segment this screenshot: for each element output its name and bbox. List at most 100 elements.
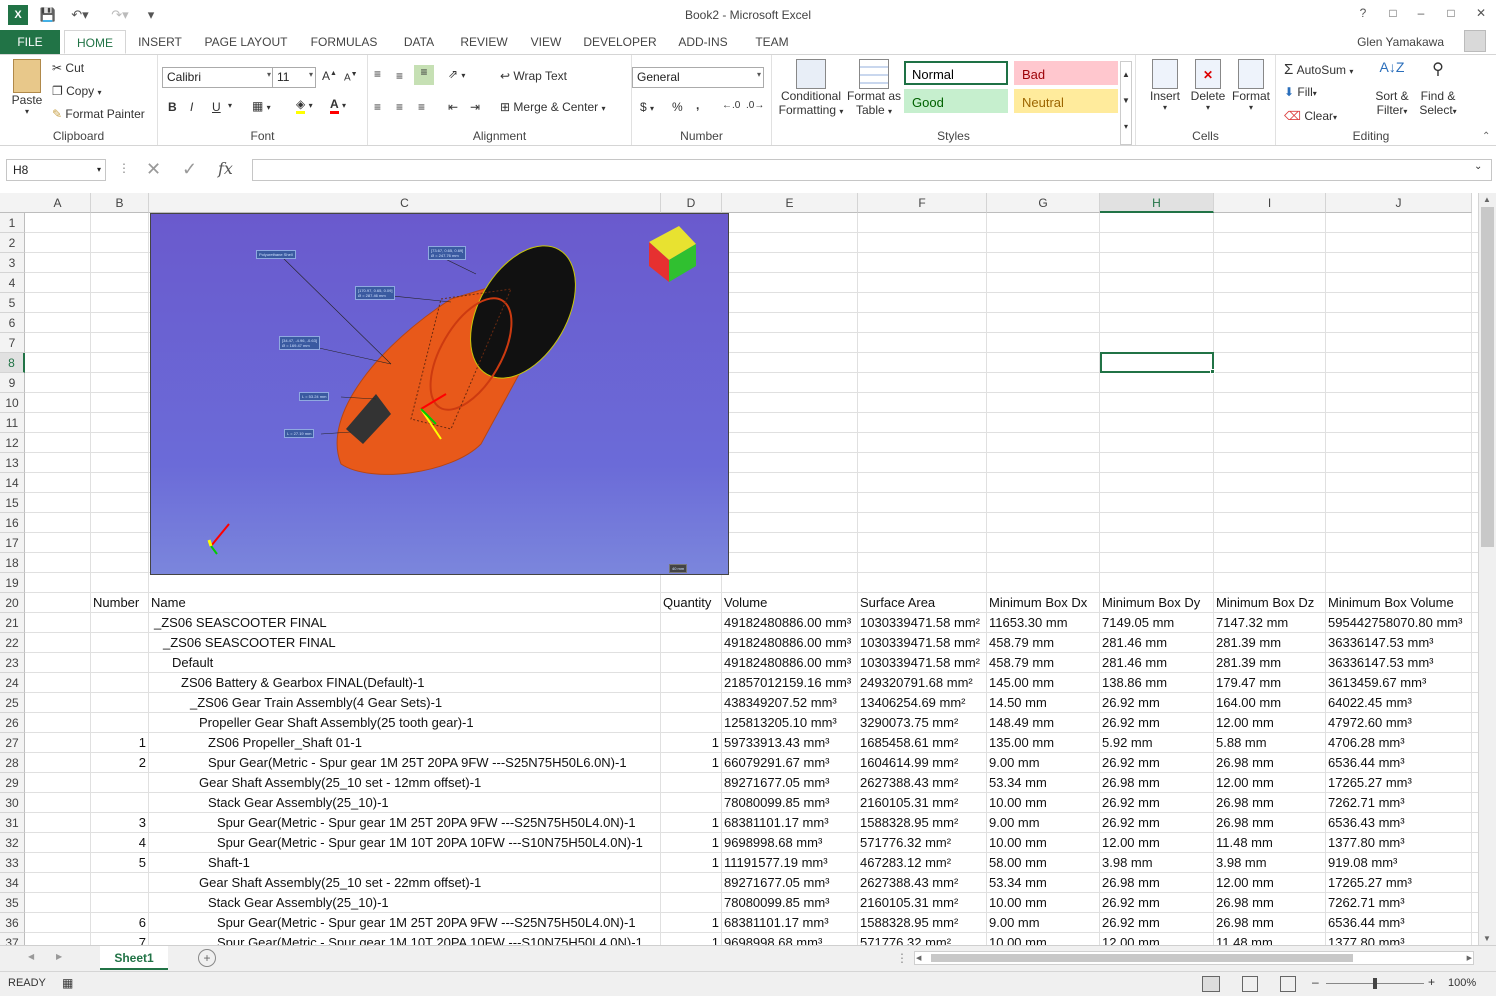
part-name-cell[interactable]: Stack Gear Assembly(25_10)-1 — [208, 793, 711, 813]
clear-button[interactable]: ⌫ Clear▾ — [1284, 109, 1337, 123]
grow-font-icon[interactable]: A▲ — [322, 69, 337, 83]
table-cell[interactable]: 1377.80 mm³ — [1328, 833, 1469, 853]
table-cell[interactable]: 6 — [93, 913, 146, 933]
tab-page-layout[interactable]: PAGE LAYOUT — [196, 30, 296, 54]
row-header[interactable]: 29 — [0, 773, 25, 793]
table-cell[interactable] — [93, 793, 146, 813]
table-cell[interactable]: 5.92 mm — [1102, 733, 1211, 753]
part-name-cell[interactable]: _ZS06 SEASCOOTER FINAL — [163, 633, 711, 653]
align-top-icon[interactable]: ≡ — [374, 67, 381, 81]
scroll-up-icon[interactable]: ▲ — [1483, 195, 1491, 204]
table-cell[interactable]: 9.00 mm — [989, 753, 1097, 773]
table-cell[interactable]: 26.98 mm — [1102, 873, 1211, 893]
table-cell[interactable] — [93, 633, 146, 653]
tab-team[interactable]: TEAM — [744, 30, 800, 54]
close-icon[interactable]: ✕ — [1470, 6, 1492, 24]
wrap-text-button[interactable]: ↩ Wrap Text — [500, 69, 567, 83]
row-header[interactable]: 23 — [0, 653, 25, 673]
table-cell[interactable]: 49182480886.00 mm³ — [724, 633, 855, 653]
table-cell[interactable]: 9698998.68 mm³ — [724, 933, 855, 945]
formula-options-icon[interactable]: ⋮ — [118, 161, 130, 175]
font-color-icon[interactable]: A ▾ — [330, 97, 346, 114]
row-header[interactable]: 17 — [0, 533, 25, 553]
tab-developer[interactable]: DEVELOPER — [578, 30, 662, 54]
table-cell[interactable]: 4706.28 mm³ — [1328, 733, 1469, 753]
table-cell[interactable]: 919.08 mm³ — [1328, 853, 1469, 873]
table-cell[interactable]: 7147.32 mm — [1216, 613, 1323, 633]
hscroll-thumb[interactable] — [931, 954, 1353, 962]
table-cell[interactable]: 68381101.17 mm³ — [724, 913, 855, 933]
underline-dropdown-icon[interactable]: ▾ — [228, 101, 232, 110]
ribbon-display-options-icon[interactable]: □ — [1382, 6, 1404, 24]
select-all-button[interactable] — [0, 193, 26, 213]
table-cell[interactable]: 59733913.43 mm³ — [724, 733, 855, 753]
part-name-cell[interactable]: Spur Gear(Metric - Spur gear 1M 10T 20PA… — [217, 833, 711, 853]
table-cell[interactable]: 26.98 mm — [1216, 913, 1323, 933]
prev-sheet-icon[interactable]: ◀ — [28, 952, 34, 961]
table-cell[interactable] — [663, 613, 719, 633]
table-cell[interactable]: 9.00 mm — [989, 813, 1097, 833]
table-cell[interactable]: 64022.45 mm³ — [1328, 693, 1469, 713]
table-cell[interactable] — [93, 713, 146, 733]
table-cell[interactable]: 12.00 mm — [1216, 773, 1323, 793]
font-name-select[interactable]: Calibri ▾ — [162, 67, 274, 88]
table-cell[interactable]: 26.92 mm — [1102, 793, 1211, 813]
table-cell[interactable]: 49182480886.00 mm³ — [724, 613, 855, 633]
table-cell[interactable]: 58.00 mm — [989, 853, 1097, 873]
zoom-in-icon[interactable]: + — [1428, 975, 1435, 989]
column-header-h[interactable]: H — [1100, 193, 1214, 213]
name-box[interactable]: H8 ▾ — [6, 159, 106, 181]
part-name-cell[interactable]: Stack Gear Assembly(25_10)-1 — [208, 893, 711, 913]
active-cell-selection[interactable] — [1100, 352, 1214, 373]
table-cell[interactable]: 7 — [93, 933, 146, 945]
part-name-cell[interactable]: Propeller Gear Shaft Assembly(25 tooth g… — [199, 713, 711, 733]
cancel-icon[interactable]: ✕ — [146, 159, 161, 180]
table-cell[interactable]: 26.92 mm — [1102, 813, 1211, 833]
part-name-cell[interactable]: _ZS06 Gear Train Assembly(4 Gear Sets)-1 — [190, 693, 711, 713]
table-cell[interactable]: 10.00 mm — [989, 793, 1097, 813]
row-header[interactable]: 1 — [0, 213, 25, 233]
row-header[interactable]: 19 — [0, 573, 25, 593]
part-name-cell[interactable]: ZS06 Battery & Gearbox FINAL(Default)-1 — [181, 673, 711, 693]
table-cell[interactable]: 36336147.53 mm³ — [1328, 633, 1469, 653]
column-header-f[interactable]: F — [858, 193, 987, 213]
align-right-icon[interactable]: ≡ — [418, 100, 425, 114]
table-cell[interactable]: 148.49 mm — [989, 713, 1097, 733]
avatar[interactable] — [1464, 30, 1486, 52]
part-name-cell[interactable]: _ZS06 SEASCOOTER FINAL — [154, 613, 711, 633]
row-header[interactable]: 32 — [0, 833, 25, 853]
row-header[interactable]: 13 — [0, 453, 25, 473]
table-cell[interactable]: 7262.71 mm³ — [1328, 893, 1469, 913]
table-cell[interactable]: 1 — [663, 853, 719, 873]
table-cell[interactable] — [93, 873, 146, 893]
table-cell[interactable]: 595442758070.80 mm³ — [1328, 613, 1469, 633]
part-name-cell[interactable]: Spur Gear(Metric - Spur gear 1M 25T 20PA… — [208, 753, 711, 773]
maximize-icon[interactable]: □ — [1440, 6, 1462, 24]
table-cell[interactable]: 1030339471.58 mm² — [860, 633, 984, 653]
table-cell[interactable]: 3613459.67 mm³ — [1328, 673, 1469, 693]
table-cell[interactable]: 1588328.95 mm² — [860, 913, 984, 933]
row-header[interactable]: 7 — [0, 333, 25, 353]
user-name[interactable]: Glen Yamakawa — [1357, 35, 1444, 49]
column-label-cell[interactable]: Minimum Box Dx — [989, 593, 1099, 613]
row-header[interactable]: 18 — [0, 553, 25, 573]
table-cell[interactable]: 89271677.05 mm³ — [724, 873, 855, 893]
row-header[interactable]: 22 — [0, 633, 25, 653]
table-cell[interactable]: 11653.30 mm — [989, 613, 1097, 633]
table-cell[interactable]: 135.00 mm — [989, 733, 1097, 753]
table-cell[interactable]: 7149.05 mm — [1102, 613, 1211, 633]
column-label-cell[interactable]: Number — [93, 593, 148, 613]
table-cell[interactable]: 36336147.53 mm³ — [1328, 653, 1469, 673]
table-cell[interactable]: 12.00 mm — [1102, 833, 1211, 853]
part-name-cell[interactable]: Default — [172, 653, 711, 673]
tab-add-ins[interactable]: ADD-INS — [670, 30, 736, 54]
column-label-cell[interactable]: Quantity — [663, 593, 721, 613]
expand-formula-icon[interactable]: ⌄ — [1474, 161, 1482, 172]
table-cell[interactable]: 5.88 mm — [1216, 733, 1323, 753]
table-cell[interactable] — [93, 673, 146, 693]
column-label-cell[interactable]: Surface Area — [860, 593, 986, 613]
table-cell[interactable]: 14.50 mm — [989, 693, 1097, 713]
table-cell[interactable]: 2627388.43 mm² — [860, 773, 984, 793]
row-header[interactable]: 5 — [0, 293, 25, 313]
macro-record-icon[interactable]: ▦ — [62, 976, 73, 990]
